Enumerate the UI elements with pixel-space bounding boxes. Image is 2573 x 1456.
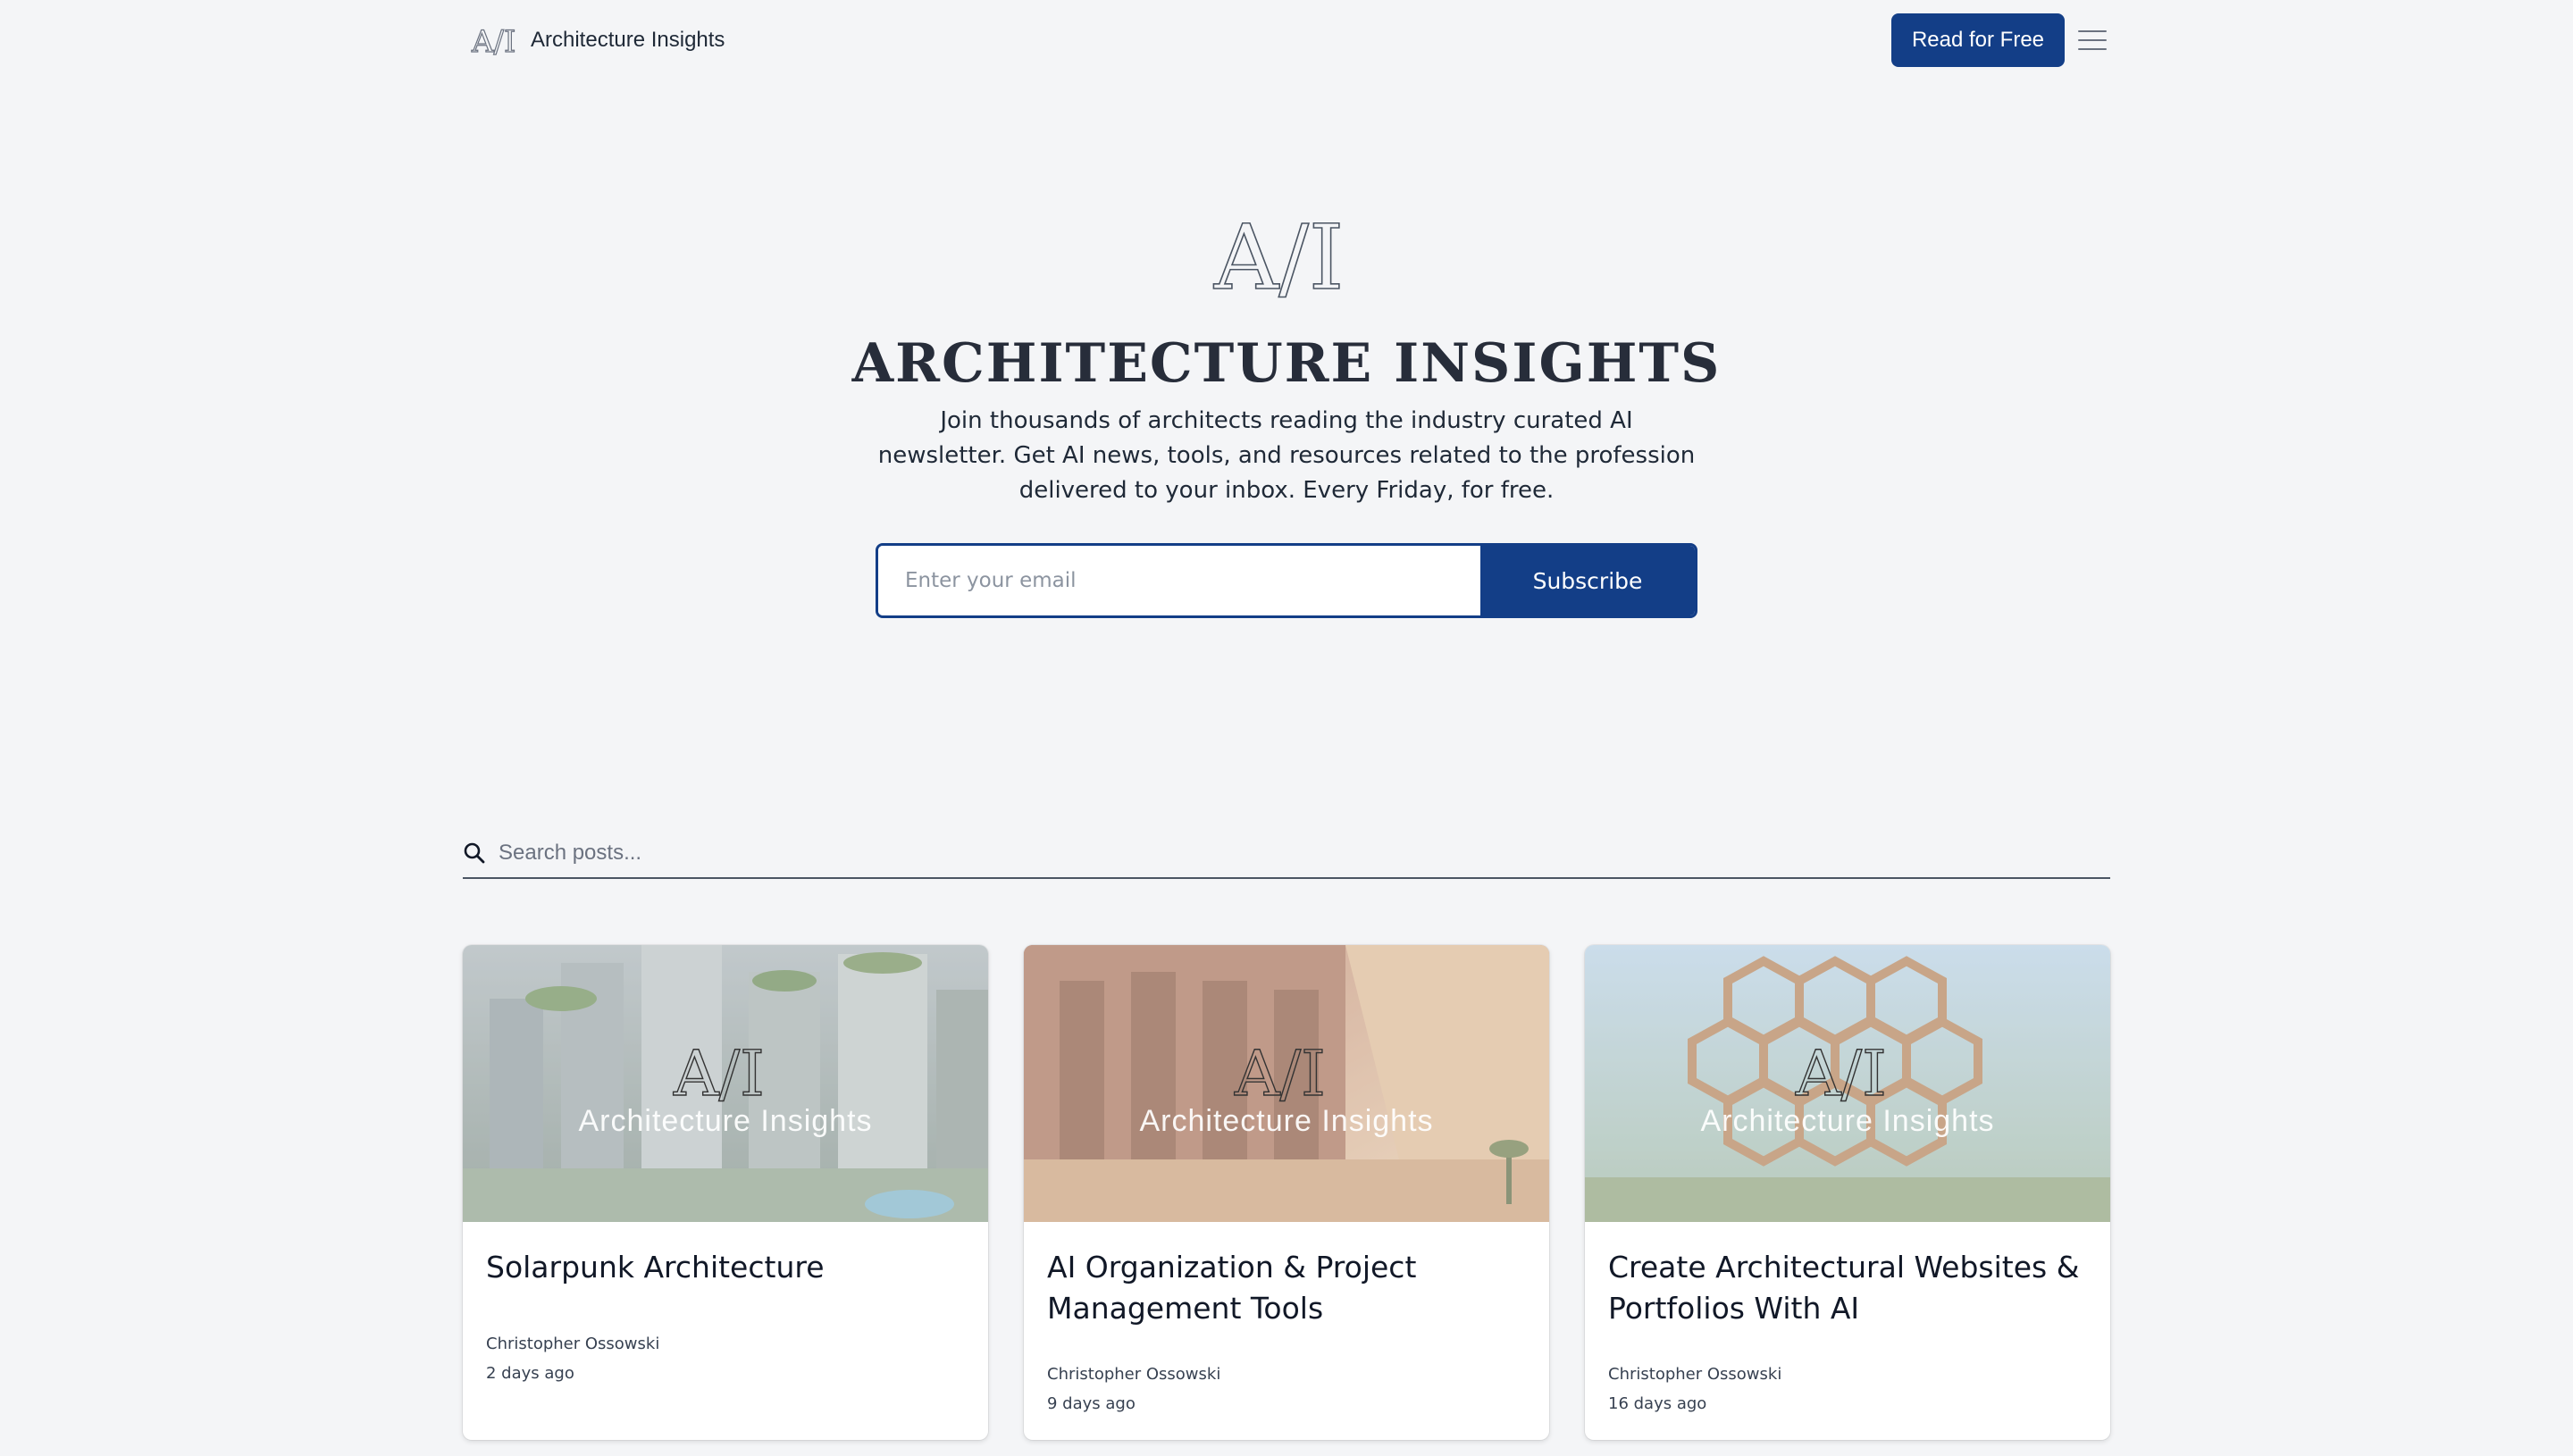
svg-text:A/I: A/I — [471, 24, 515, 57]
thumbnail-logo: A/I — [1233, 1036, 1326, 1106]
post-date: 2 days ago — [486, 1364, 574, 1383]
read-for-free-button[interactable]: Read for Free — [1891, 13, 2065, 67]
hero-title: ARCHITECTURE INSIGHTS — [851, 332, 1722, 395]
subscribe-form: Subscribe — [876, 543, 1697, 618]
post-thumbnail: A/I Architecture Insights — [1024, 945, 1549, 1222]
search-input[interactable] — [499, 841, 2110, 866]
thumbnail-caption: Architecture Insights — [578, 1104, 873, 1138]
thumbnail-caption: Architecture Insights — [1700, 1104, 1995, 1138]
hero-logo: A/I — [1211, 204, 1362, 311]
post-author: Christopher Ossowski — [1047, 1365, 1221, 1384]
thumbnail-logo: A/I — [1794, 1036, 1887, 1106]
svg-text:A/I: A/I — [1213, 205, 1344, 304]
thumbnail-caption: Architecture Insights — [1139, 1104, 1434, 1138]
post-date: 16 days ago — [1608, 1394, 1707, 1413]
post-search — [463, 829, 2110, 879]
post-author: Christopher Ossowski — [486, 1335, 660, 1353]
post-thumbnail: A/I Architecture Insights — [463, 945, 988, 1222]
post-author: Christopher Ossowski — [1608, 1365, 1782, 1384]
svg-text:A/I: A/I — [1234, 1037, 1326, 1106]
thumbnail-logo: A/I — [672, 1036, 765, 1106]
svg-text:A/I: A/I — [673, 1037, 765, 1106]
post-card[interactable]: A/I Architecture Insights AI Organizatio… — [1024, 945, 1549, 1440]
brand-logo: A/I — [470, 23, 520, 57]
email-field[interactable] — [878, 546, 1480, 615]
post-card[interactable]: A/I Architecture Insights Create Archite… — [1585, 945, 2110, 1440]
post-card[interactable]: A/I Architecture Insights Solarpunk Arch… — [463, 945, 988, 1440]
subscribe-button[interactable]: Subscribe — [1480, 546, 1695, 615]
brand-home-link[interactable]: A/I Architecture Insights — [470, 20, 725, 61]
brand-name: Architecture Insights — [531, 28, 725, 52]
post-thumbnail: A/I Architecture Insights — [1585, 945, 2110, 1222]
search-icon — [464, 842, 485, 864]
hamburger-icon[interactable] — [2078, 25, 2107, 55]
post-title[interactable]: Solarpunk Architecture — [486, 1247, 965, 1288]
svg-text:A/I: A/I — [1795, 1037, 1887, 1106]
top-navigation: A/I Architecture Insights Read for Free — [0, 0, 2573, 80]
post-date: 9 days ago — [1047, 1394, 1136, 1413]
hero-subtitle: Join thousands of architects reading the… — [877, 407, 1696, 504]
post-title[interactable]: AI Organization & Project Management Too… — [1047, 1247, 1526, 1329]
post-title[interactable]: Create Architectural Websites & Portfoli… — [1608, 1247, 2087, 1329]
